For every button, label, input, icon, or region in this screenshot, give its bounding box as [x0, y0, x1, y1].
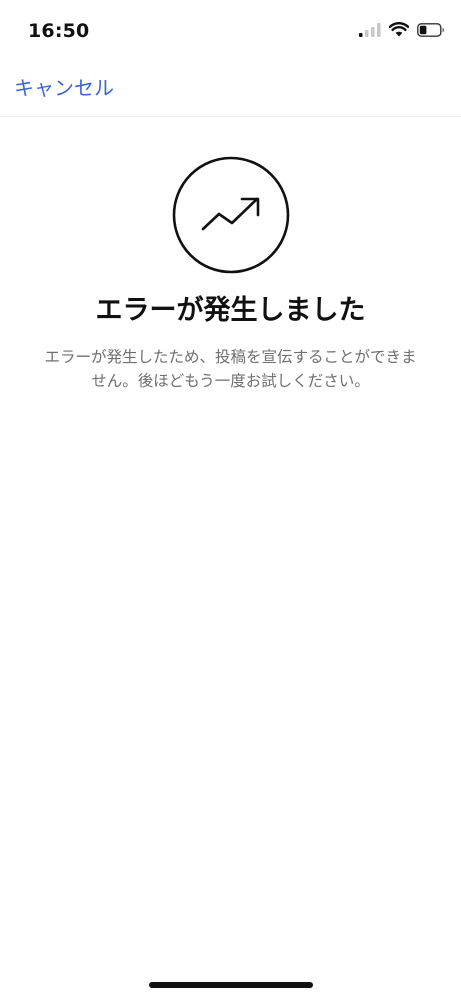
- cancel-button[interactable]: キャンセル: [14, 76, 114, 100]
- wifi-icon: [389, 22, 409, 37]
- cellular-signal-icon: [359, 22, 381, 37]
- error-message: エラーが発生したため、投稿を宣伝することができません。後ほどもう一度お試しくださ…: [44, 348, 417, 390]
- trending-up-icon: [172, 156, 290, 274]
- status-bar: 16:50: [0, 0, 461, 64]
- status-icons: [359, 22, 445, 37]
- navigation-bar: キャンセル: [0, 64, 461, 117]
- home-indicator[interactable]: [149, 982, 313, 988]
- battery-icon: [417, 22, 445, 37]
- status-time: 16:50: [28, 20, 90, 42]
- error-title: エラーが発生しました: [95, 295, 366, 326]
